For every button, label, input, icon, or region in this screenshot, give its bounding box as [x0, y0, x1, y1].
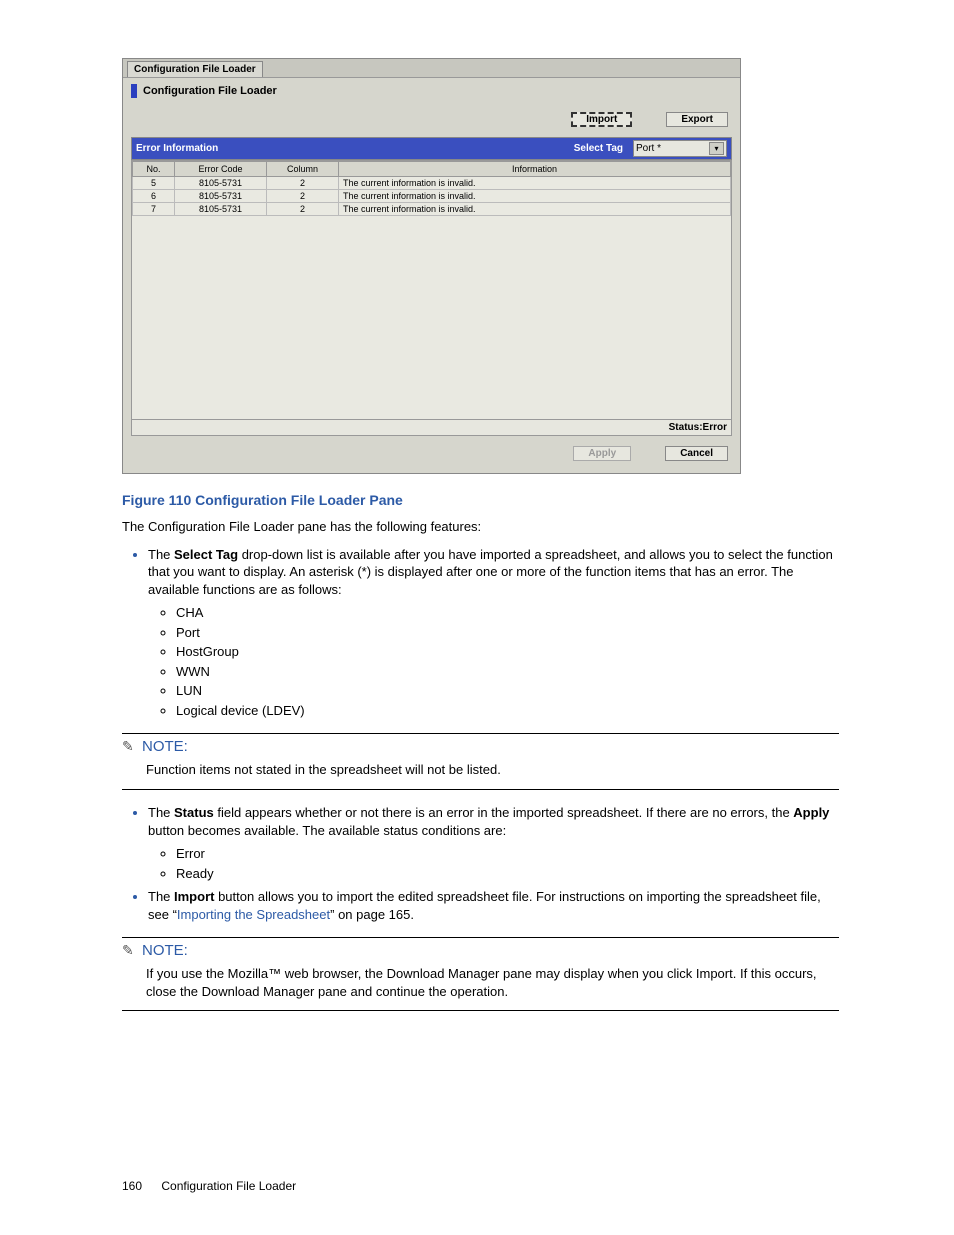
status-bar: Status:Error: [131, 420, 732, 436]
cell-err: 8105-5731: [175, 177, 267, 190]
cell-no: 6: [133, 190, 175, 203]
text: ” on page 165.: [330, 907, 414, 922]
chevron-down-icon[interactable]: ▾: [709, 142, 724, 155]
table-row: 5 8105-5731 2 The current information is…: [133, 177, 731, 190]
cell-no: 7: [133, 203, 175, 216]
select-tag-label: Select Tag: [564, 143, 633, 154]
list-item: The Status field appears whether or not …: [148, 804, 839, 882]
intro-text: The Configuration File Loader pane has t…: [122, 518, 839, 536]
export-button[interactable]: Export: [666, 112, 728, 127]
text: button becomes available. The available …: [148, 823, 506, 838]
text: The: [148, 805, 174, 820]
status-label: Status:Error: [669, 422, 727, 433]
note-icon: ✎: [122, 942, 138, 959]
tab-config-file-loader[interactable]: Configuration File Loader: [127, 61, 263, 77]
figure-caption: Figure 110 Configuration File Loader Pan…: [122, 492, 839, 508]
text: The: [148, 889, 174, 904]
text: drop-down list is available after you ha…: [148, 547, 833, 597]
list-item: CHA: [176, 604, 839, 622]
text: field appears whether or not there is an…: [214, 805, 794, 820]
list-item: WWN: [176, 663, 839, 681]
bold-text: Select Tag: [174, 547, 238, 562]
cell-err: 8105-5731: [175, 203, 267, 216]
error-info-header: Error Information: [136, 143, 218, 154]
list-item: Error: [176, 845, 839, 863]
col-column: Column: [267, 162, 339, 177]
note-heading: NOTE:: [142, 738, 188, 755]
page-footer: 160 Configuration File Loader: [122, 1179, 296, 1193]
select-tag-dropdown[interactable]: Port * ▾: [633, 140, 727, 157]
note-block: ✎ NOTE: Function items not stated in the…: [122, 733, 839, 790]
text: The: [148, 547, 174, 562]
note-block: ✎ NOTE: If you use the Mozilla™ web brow…: [122, 937, 839, 1011]
list-item: LUN: [176, 682, 839, 700]
error-table: No. Error Code Column Information 5 8105…: [131, 160, 732, 420]
note-icon: ✎: [122, 738, 138, 755]
note-body: Function items not stated in the spreads…: [146, 761, 839, 779]
list-item: Logical device (LDEV): [176, 702, 839, 720]
page-number: 160: [122, 1179, 142, 1193]
xref-link[interactable]: Importing the Spreadsheet: [177, 907, 330, 922]
cell-info: The current information is invalid.: [339, 190, 731, 203]
list-item: The Select Tag drop-down list is availab…: [148, 546, 839, 720]
list-item: Ready: [176, 865, 839, 883]
cell-col: 2: [267, 177, 339, 190]
cell-no: 5: [133, 177, 175, 190]
select-tag-value: Port *: [636, 143, 661, 154]
col-information: Information: [339, 162, 731, 177]
list-item: Port: [176, 624, 839, 642]
pane-accent-bar: [131, 84, 137, 98]
cell-col: 2: [267, 203, 339, 216]
cell-err: 8105-5731: [175, 190, 267, 203]
footer-title: Configuration File Loader: [161, 1179, 296, 1193]
cell-info: The current information is invalid.: [339, 203, 731, 216]
cell-col: 2: [267, 190, 339, 203]
pane-title: Configuration File Loader: [143, 85, 277, 97]
table-row: 7 8105-5731 2 The current information is…: [133, 203, 731, 216]
cell-info: The current information is invalid.: [339, 177, 731, 190]
note-heading: NOTE:: [142, 942, 188, 959]
import-button[interactable]: Import: [571, 112, 632, 127]
cancel-button[interactable]: Cancel: [665, 446, 728, 461]
apply-button: Apply: [573, 446, 631, 461]
col-error-code: Error Code: [175, 162, 267, 177]
config-file-loader-screenshot: Configuration File Loader Configuration …: [122, 58, 741, 474]
note-body: If you use the Mozilla™ web browser, the…: [146, 965, 839, 1000]
list-item: HostGroup: [176, 643, 839, 661]
col-no: No.: [133, 162, 175, 177]
table-row: 6 8105-5731 2 The current information is…: [133, 190, 731, 203]
bold-text: Status: [174, 805, 214, 820]
bold-text: Import: [174, 889, 214, 904]
list-item: The Import button allows you to import t…: [148, 888, 839, 923]
bold-text: Apply: [793, 805, 829, 820]
